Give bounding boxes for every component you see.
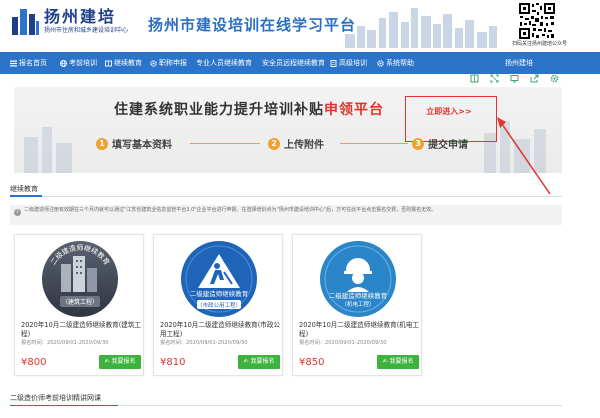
logo-title: 扬州建培: [44, 6, 117, 26]
course-card[interactable]: 二级建造师继续教育 （市政公用工程） 2020年10月二级建造师继续教育(市政公…: [153, 234, 283, 376]
course-date: 报名时间：2020/09/01-2020/09/30: [299, 340, 387, 346]
nav-item-system-help[interactable]: 系统帮助: [377, 52, 414, 74]
nav-item-safety-remote-education[interactable]: 安全员远程继续教育: [262, 52, 325, 74]
site-header: 扬州建培 扬州市住房和城乡建设培训中心 扬州市建设培训在线学习平台 扫码关注扬州…: [0, 0, 600, 50]
course-name[interactable]: 2020年10月二级建造师继续教育(机电工程): [299, 321, 421, 339]
qr-code-icon: [518, 2, 556, 40]
course-badge-electrical-icon: 二级建造师继续教育 （机电工程）: [320, 241, 396, 317]
badge-title: 二级建造师继续教育: [329, 291, 388, 300]
page-root: 扬州建培 扬州市住房和城乡建设培训中心 扬州市建设培训在线学习平台 扫码关注扬州…: [0, 0, 600, 418]
course-price: ¥800: [21, 357, 47, 368]
monitor-icon[interactable]: [508, 72, 520, 84]
logo-subtitle: 扬州市住房和城乡建设培训中心: [44, 26, 129, 34]
doc-icon: [330, 59, 337, 67]
nav-item-professional-education[interactable]: 专业人员继续教育: [196, 52, 252, 74]
globe-icon: [60, 59, 67, 67]
course-date: 报名时间：2020/09/01-2020/09/30: [160, 340, 248, 346]
badge-subtitle: （市政公用工程）: [197, 301, 241, 309]
menu-icon: [10, 60, 17, 66]
course-name[interactable]: 2020年10月二级建造师继续教育(市政公用工程): [160, 321, 282, 339]
gear-icon: [150, 59, 157, 67]
nav-item-exam-training[interactable]: 考前培训: [60, 52, 97, 74]
notice-box: i 二级建造师注册有效期在三个月内就可以通过"江苏省建筑业信息监管平台3.0"企…: [10, 205, 562, 225]
nav-item-continuing-education[interactable]: 继续教育: [105, 52, 142, 74]
section-underline: [10, 405, 118, 406]
enroll-button[interactable]: ✍ 我要报名: [238, 355, 280, 369]
section-title-cost-engineer-course: 二级造价师考前培训精讲网课: [10, 394, 101, 402]
section-divider: [10, 196, 562, 197]
gear-icon[interactable]: [548, 72, 560, 84]
logo[interactable]: 扬州建培 扬州市住房和城乡建设培训中心: [10, 5, 128, 37]
course-badge-roadwork-icon: 二级建造师继续教育 （市政公用工程）: [181, 241, 257, 317]
settings-icon: [377, 59, 384, 67]
annotation-arrow-icon: [497, 117, 551, 195]
site-title: 扬州市建设培训在线学习平台: [148, 16, 357, 34]
banner-step-2: 2 上传附件: [268, 136, 324, 151]
badge-subtitle: （建筑工程）: [62, 298, 98, 306]
nav-item-home[interactable]: 报名首页: [10, 52, 47, 74]
section-title-continuing-education: 继续教育: [10, 185, 38, 193]
book-icon: [105, 60, 112, 66]
enroll-button[interactable]: ✍ 我要报名: [377, 355, 419, 369]
banner-step-1: 1 填写基本资料: [96, 136, 172, 151]
course-price: ¥850: [299, 357, 325, 368]
logo-emblem-icon: [10, 5, 40, 37]
enroll-button[interactable]: ✍ 我要报名: [99, 355, 141, 369]
course-date: 报名时间：2020/09/01-2020/09/30: [21, 340, 109, 346]
qr-caption: 扫码关注扬州建培公众号: [512, 41, 568, 47]
nav-item-advanced-training[interactable]: 高级培训: [330, 52, 367, 74]
notice-text: 二级建造师注册有效期在三个月内就可以通过"江苏省建筑业信息监管平台3.0"企业平…: [24, 207, 437, 213]
badge-title: 二级建造师继续教育: [190, 289, 249, 298]
step-connector: [340, 143, 408, 144]
course-card[interactable]: 二级建造师继续教育 （机电工程） 2020年10月二级建造师继续教育(机电工程)…: [292, 234, 422, 376]
banner-headline: 住建系统职业能力提升培训补贴申领平台: [114, 102, 384, 118]
badge-subtitle: （机电工程）: [341, 300, 374, 308]
share-icon[interactable]: [528, 72, 540, 84]
nav-item-title-declaration[interactable]: 职称申报: [150, 52, 187, 74]
step-connector: [190, 143, 260, 144]
banner-step-3: 3 提交申请: [412, 136, 468, 151]
floating-toolbar: [468, 72, 560, 86]
expand-icon[interactable]: [488, 72, 500, 84]
course-badge-building-icon: 二级建造师继续教育 （建筑工程）: [42, 241, 118, 317]
skyline-decoration-icon: [345, 8, 497, 48]
book-icon[interactable]: [468, 72, 480, 84]
nav-user-name[interactable]: 扬州建培: [505, 52, 533, 74]
course-price: ¥810: [160, 357, 186, 368]
course-name[interactable]: 2020年10月二级建造师继续教育(建筑工程): [21, 321, 143, 339]
course-card[interactable]: 二级建造师继续教育 （建筑工程） 2020年10月二级建造师继续教育(建筑工程)…: [14, 234, 144, 376]
section-underline: [10, 195, 42, 197]
info-icon: i: [14, 209, 21, 216]
main-nav: 报名首页 考前培训 继续教育 职称申报 专业人员继续教育 安全员远程继续教育 高…: [0, 52, 600, 74]
